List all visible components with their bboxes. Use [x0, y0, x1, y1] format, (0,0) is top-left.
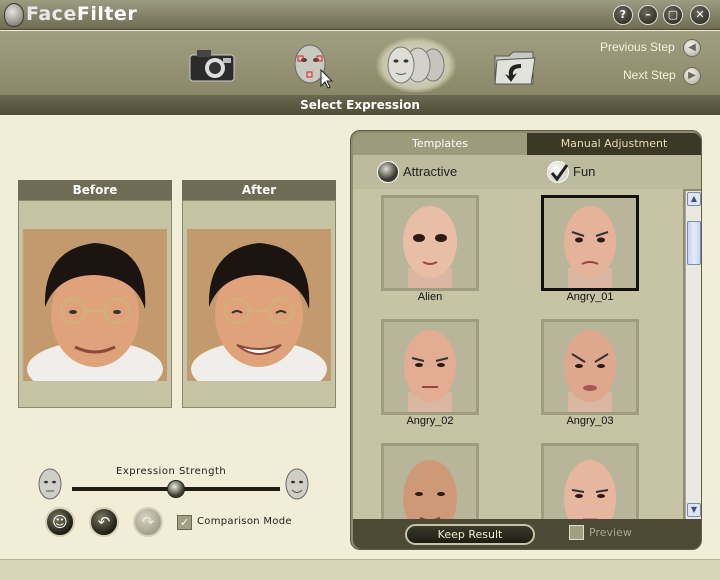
template-thumbnail[interactable]	[541, 443, 639, 519]
template-label: Alien	[417, 291, 443, 303]
section-title: Select Expression	[0, 95, 720, 115]
scroll-thumb[interactable]	[687, 221, 701, 265]
before-title: Before	[18, 180, 172, 200]
template-item[interactable]	[541, 443, 639, 519]
scroll-up-icon[interactable]: ▲	[687, 192, 701, 206]
template-panel: Templates Manual Adjustment Attractive F…	[350, 130, 702, 550]
previous-step-label[interactable]: Previous Step	[600, 40, 675, 54]
camera-icon[interactable]	[182, 37, 242, 93]
template-thumbnail[interactable]	[381, 443, 479, 519]
face-settings-button[interactable]: ☺	[45, 507, 75, 537]
keep-result-button[interactable]: Keep Result	[405, 524, 535, 545]
fun-label[interactable]: Fun	[573, 164, 595, 179]
attractive-label[interactable]: Attractive	[403, 164, 457, 179]
strength-slider-knob[interactable]	[167, 480, 185, 498]
panel-footer: Keep Result Preview	[353, 519, 701, 549]
next-step-label[interactable]: Next Step	[623, 68, 676, 82]
faces-expression-icon[interactable]	[376, 37, 456, 93]
attractive-radio[interactable]	[377, 161, 399, 183]
face-points-icon[interactable]	[282, 37, 342, 93]
template-item[interactable]: Angry_02	[381, 319, 490, 427]
template-thumbnail[interactable]	[541, 195, 639, 291]
template-item-selected[interactable]: Angry_01	[541, 195, 650, 303]
tab-templates[interactable]: Templates	[353, 133, 527, 155]
before-photo	[23, 229, 167, 381]
after-photo	[187, 229, 331, 381]
fun-radio[interactable]	[547, 161, 569, 183]
minimize-icon[interactable]: –	[638, 5, 658, 25]
restore-icon[interactable]: ▢	[663, 5, 683, 25]
template-item[interactable]	[381, 443, 479, 519]
neutral-face-icon	[36, 466, 64, 506]
strong-expression-icon	[283, 466, 311, 506]
scroll-down-icon[interactable]: ▼	[687, 503, 701, 517]
template-label: Angry_02	[406, 415, 454, 427]
status-bar	[0, 559, 720, 580]
app-logo-icon	[4, 3, 24, 27]
close-icon[interactable]: ✕	[690, 5, 710, 25]
template-grid: Alien Angry_01 Angry_02 Angry_03	[353, 189, 683, 519]
template-label: Angry_01	[566, 291, 614, 303]
template-label: Angry_03	[566, 415, 614, 427]
help-icon[interactable]: ?	[613, 5, 633, 25]
tab-manual-adjustment[interactable]: Manual Adjustment	[527, 133, 701, 155]
after-panel: After	[182, 180, 336, 408]
after-title: After	[182, 180, 336, 200]
preview-checkbox[interactable]	[569, 525, 584, 540]
before-panel: Before	[18, 180, 172, 408]
preview-label: Preview	[589, 526, 632, 539]
next-step-icon[interactable]: ▶	[683, 67, 701, 85]
save-folder-icon[interactable]	[484, 37, 544, 93]
undo-button[interactable]: ↶	[89, 507, 119, 537]
template-scrollbar[interactable]: ▲ ▼	[685, 191, 701, 519]
template-thumbnail[interactable]	[381, 195, 479, 291]
category-row: Attractive Fun	[353, 155, 701, 189]
comparison-mode-label: Comparison Mode	[197, 516, 292, 527]
template-thumbnail[interactable]	[541, 319, 639, 415]
template-item[interactable]: Alien	[381, 195, 490, 303]
comparison-mode-checkbox[interactable]: ✓	[177, 515, 192, 530]
template-item[interactable]: Angry_03	[541, 319, 650, 427]
redo-button[interactable]: ↷	[133, 507, 163, 537]
app-title: FaceFilter	[26, 3, 138, 25]
template-thumbnail[interactable]	[381, 319, 479, 415]
step-toolbar: Previous Step ◀ Next Step ▶	[0, 31, 720, 95]
previous-step-icon[interactable]: ◀	[683, 39, 701, 57]
strength-label: Expression Strength	[116, 466, 227, 477]
